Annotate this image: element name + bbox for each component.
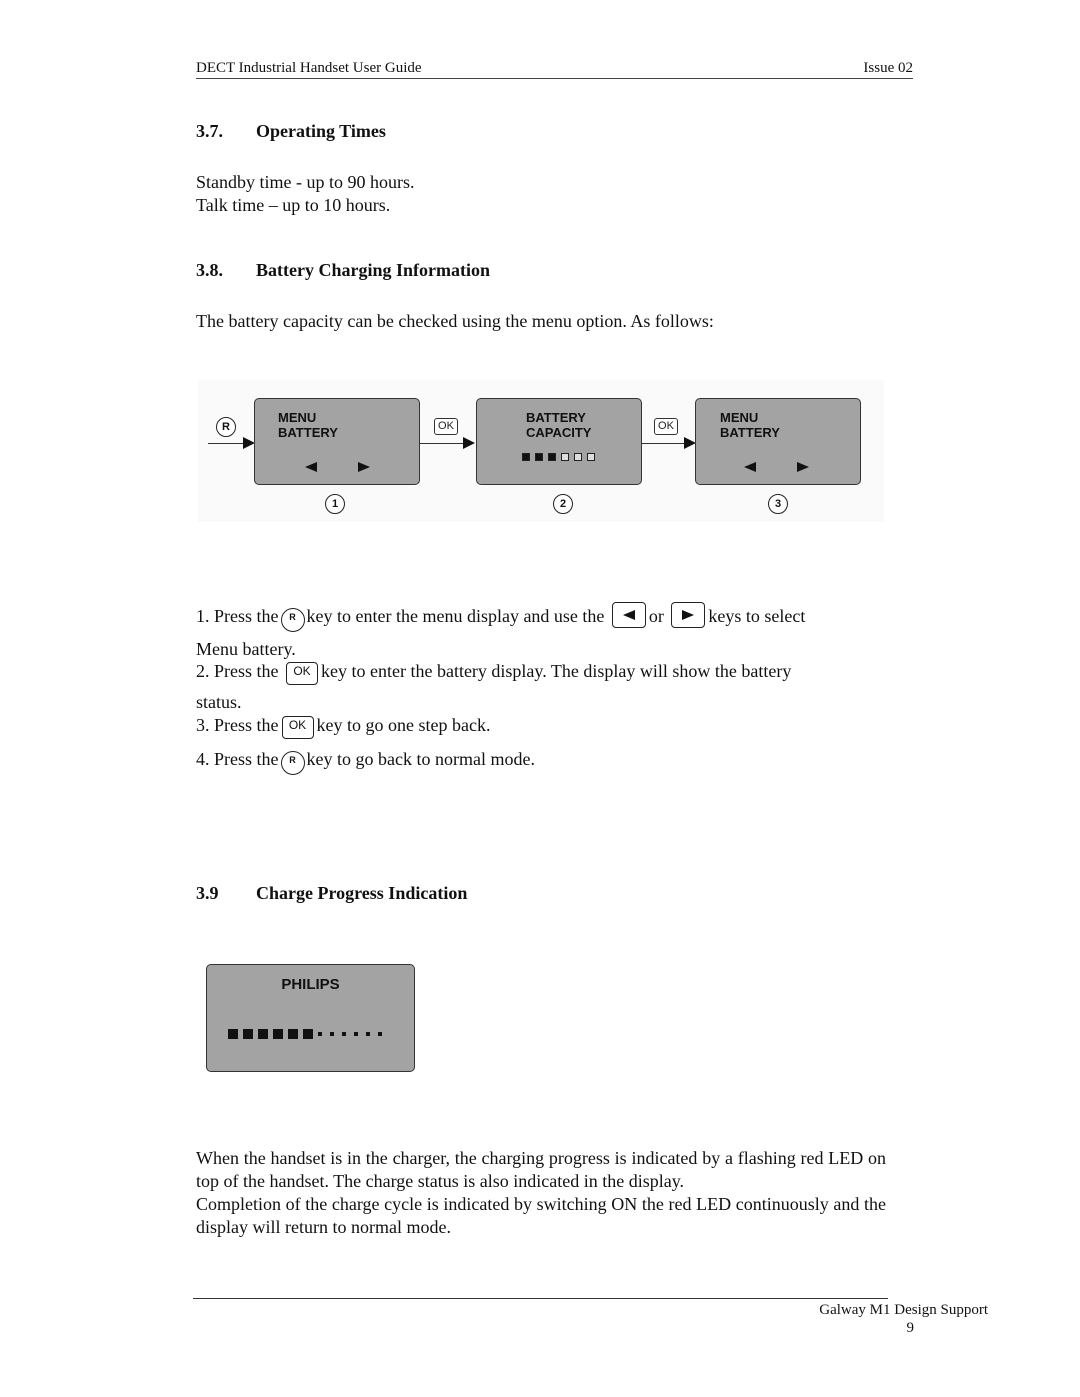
section-heading-battery-charging: 3.8. Battery Charging Information — [196, 260, 490, 281]
step-text: key to go one step back. — [316, 715, 491, 735]
footer-org: Galway M1 Design Support — [819, 1302, 988, 1318]
charge-segment-filled — [258, 1028, 268, 1039]
charge-segment-filled — [273, 1028, 283, 1039]
lcd-screen-3: MENU BATTERY — [695, 398, 861, 485]
step-number-3: 3 — [768, 494, 788, 514]
charge-segment-filled — [228, 1028, 238, 1039]
lcd-line-1: MENU — [278, 410, 317, 425]
step-text: key to enter the battery display. The di… — [321, 661, 792, 681]
charge-segment-empty — [378, 1031, 382, 1036]
battery-segment-filled — [535, 453, 543, 461]
step-text: status. — [196, 692, 242, 712]
battery-intro-text: The battery capacity can be checked usin… — [196, 311, 714, 331]
footer-divider — [193, 1298, 888, 1299]
lcd-line-1: BATTERY — [526, 410, 586, 425]
section-title: Operating Times — [256, 121, 386, 141]
r-key-icon: R — [280, 608, 305, 632]
charge-segment-empty — [330, 1031, 334, 1036]
arrow-line — [208, 443, 248, 444]
charge-progress-display: PHILIPS — [206, 964, 415, 1072]
left-arrow-icon — [305, 462, 317, 472]
lcd-line-2: CAPACITY — [526, 425, 592, 440]
step-text: key to enter the menu display and use th… — [306, 606, 605, 626]
battery-segment-empty — [561, 453, 569, 461]
step-text: keys to select — [708, 606, 806, 626]
section-title: Charge Progress Indication — [256, 883, 468, 903]
lcd-line-1: MENU — [720, 410, 759, 425]
step-number-2: 2 — [553, 494, 573, 514]
charge-segment-empty — [354, 1031, 358, 1036]
charging-paragraph-2: Completion of the charge cycle is indica… — [196, 1194, 886, 1237]
left-arrow-key-icon — [611, 602, 646, 628]
lcd-screen-2: BATTERY CAPACITY — [476, 398, 642, 485]
step-text: 2. Press the — [196, 661, 279, 681]
step-text: 1. Press the — [196, 606, 279, 626]
step-text: Menu battery. — [196, 639, 296, 659]
page-number: 9 — [906, 1320, 915, 1336]
charge-progress-bar — [228, 1025, 390, 1040]
r-key-icon: R — [280, 751, 305, 775]
battery-segment-empty — [574, 453, 582, 461]
section-heading-charge-progress: 3.9 Charge Progress Indication — [196, 883, 467, 904]
standby-time-text: Standby time - up to 90 hours. — [196, 172, 415, 192]
page-header: DECT Industrial Handset User Guide Issue… — [196, 60, 913, 79]
right-arrow-icon — [358, 462, 370, 472]
step-text: 4. Press the — [196, 749, 279, 769]
right-arrow-key-icon — [671, 602, 706, 628]
charge-segment-filled — [243, 1028, 253, 1039]
header-title: DECT Industrial Handset User Guide — [196, 60, 422, 76]
section-number: 3.8. — [196, 260, 223, 280]
charge-segment-empty — [366, 1031, 370, 1036]
step-number-1: 1 — [325, 494, 345, 514]
right-arrow-icon — [797, 462, 809, 472]
lcd-line-2: BATTERY — [720, 425, 780, 440]
section-number: 3.7. — [196, 121, 223, 141]
lcd-screen-1: MENU BATTERY — [254, 398, 420, 485]
step-text: key to go back to normal mode. — [306, 749, 535, 769]
ok-key-icon: OK — [286, 662, 318, 685]
ok-key-icon: OK — [281, 716, 314, 739]
ok-key-icon: OK — [434, 418, 458, 435]
left-arrow-icon — [744, 462, 756, 472]
charge-segment-filled — [288, 1028, 298, 1039]
lcd-line-2: BATTERY — [278, 425, 338, 440]
instruction-step-4: 4. Press the Rkey to go back to normal mo… — [196, 748, 886, 781]
section-title: Battery Charging Information — [256, 260, 490, 280]
brand-label: PHILIPS — [281, 976, 340, 993]
section-heading-operating-times: 3.7. Operating Times — [196, 121, 386, 142]
instruction-step-3: 3. Press the OK key to go one step back. — [196, 714, 886, 745]
charge-segment-filled — [303, 1028, 313, 1039]
arrow-line — [642, 443, 686, 444]
instruction-step-2: 2. Press the OK key to enter the battery … — [196, 660, 886, 714]
ok-key-icon: OK — [654, 418, 678, 435]
talk-time-text: Talk time – up to 10 hours. — [196, 195, 391, 215]
charging-paragraph-1: When the handset is in the charger, the … — [196, 1148, 886, 1191]
battery-segment-filled — [548, 453, 556, 461]
arrow-head-icon — [463, 437, 475, 449]
battery-segment-empty — [587, 453, 595, 461]
r-key-icon: R — [216, 417, 236, 437]
header-issue: Issue 02 — [863, 60, 913, 76]
section-number: 3.9 — [196, 883, 219, 903]
step-text: 3. Press the — [196, 715, 279, 735]
instruction-step-1: 1. Press the Rkey to enter the menu displ… — [196, 602, 886, 661]
battery-menu-diagram: R MENU BATTERY OK BATTERY CAPACITY OK ME… — [198, 380, 884, 522]
arrow-line — [420, 443, 464, 444]
battery-level-indicator — [522, 449, 600, 464]
charge-segment-empty — [318, 1031, 322, 1036]
step-text: or — [648, 606, 664, 626]
battery-segment-filled — [522, 453, 530, 461]
charge-segment-empty — [342, 1031, 346, 1036]
